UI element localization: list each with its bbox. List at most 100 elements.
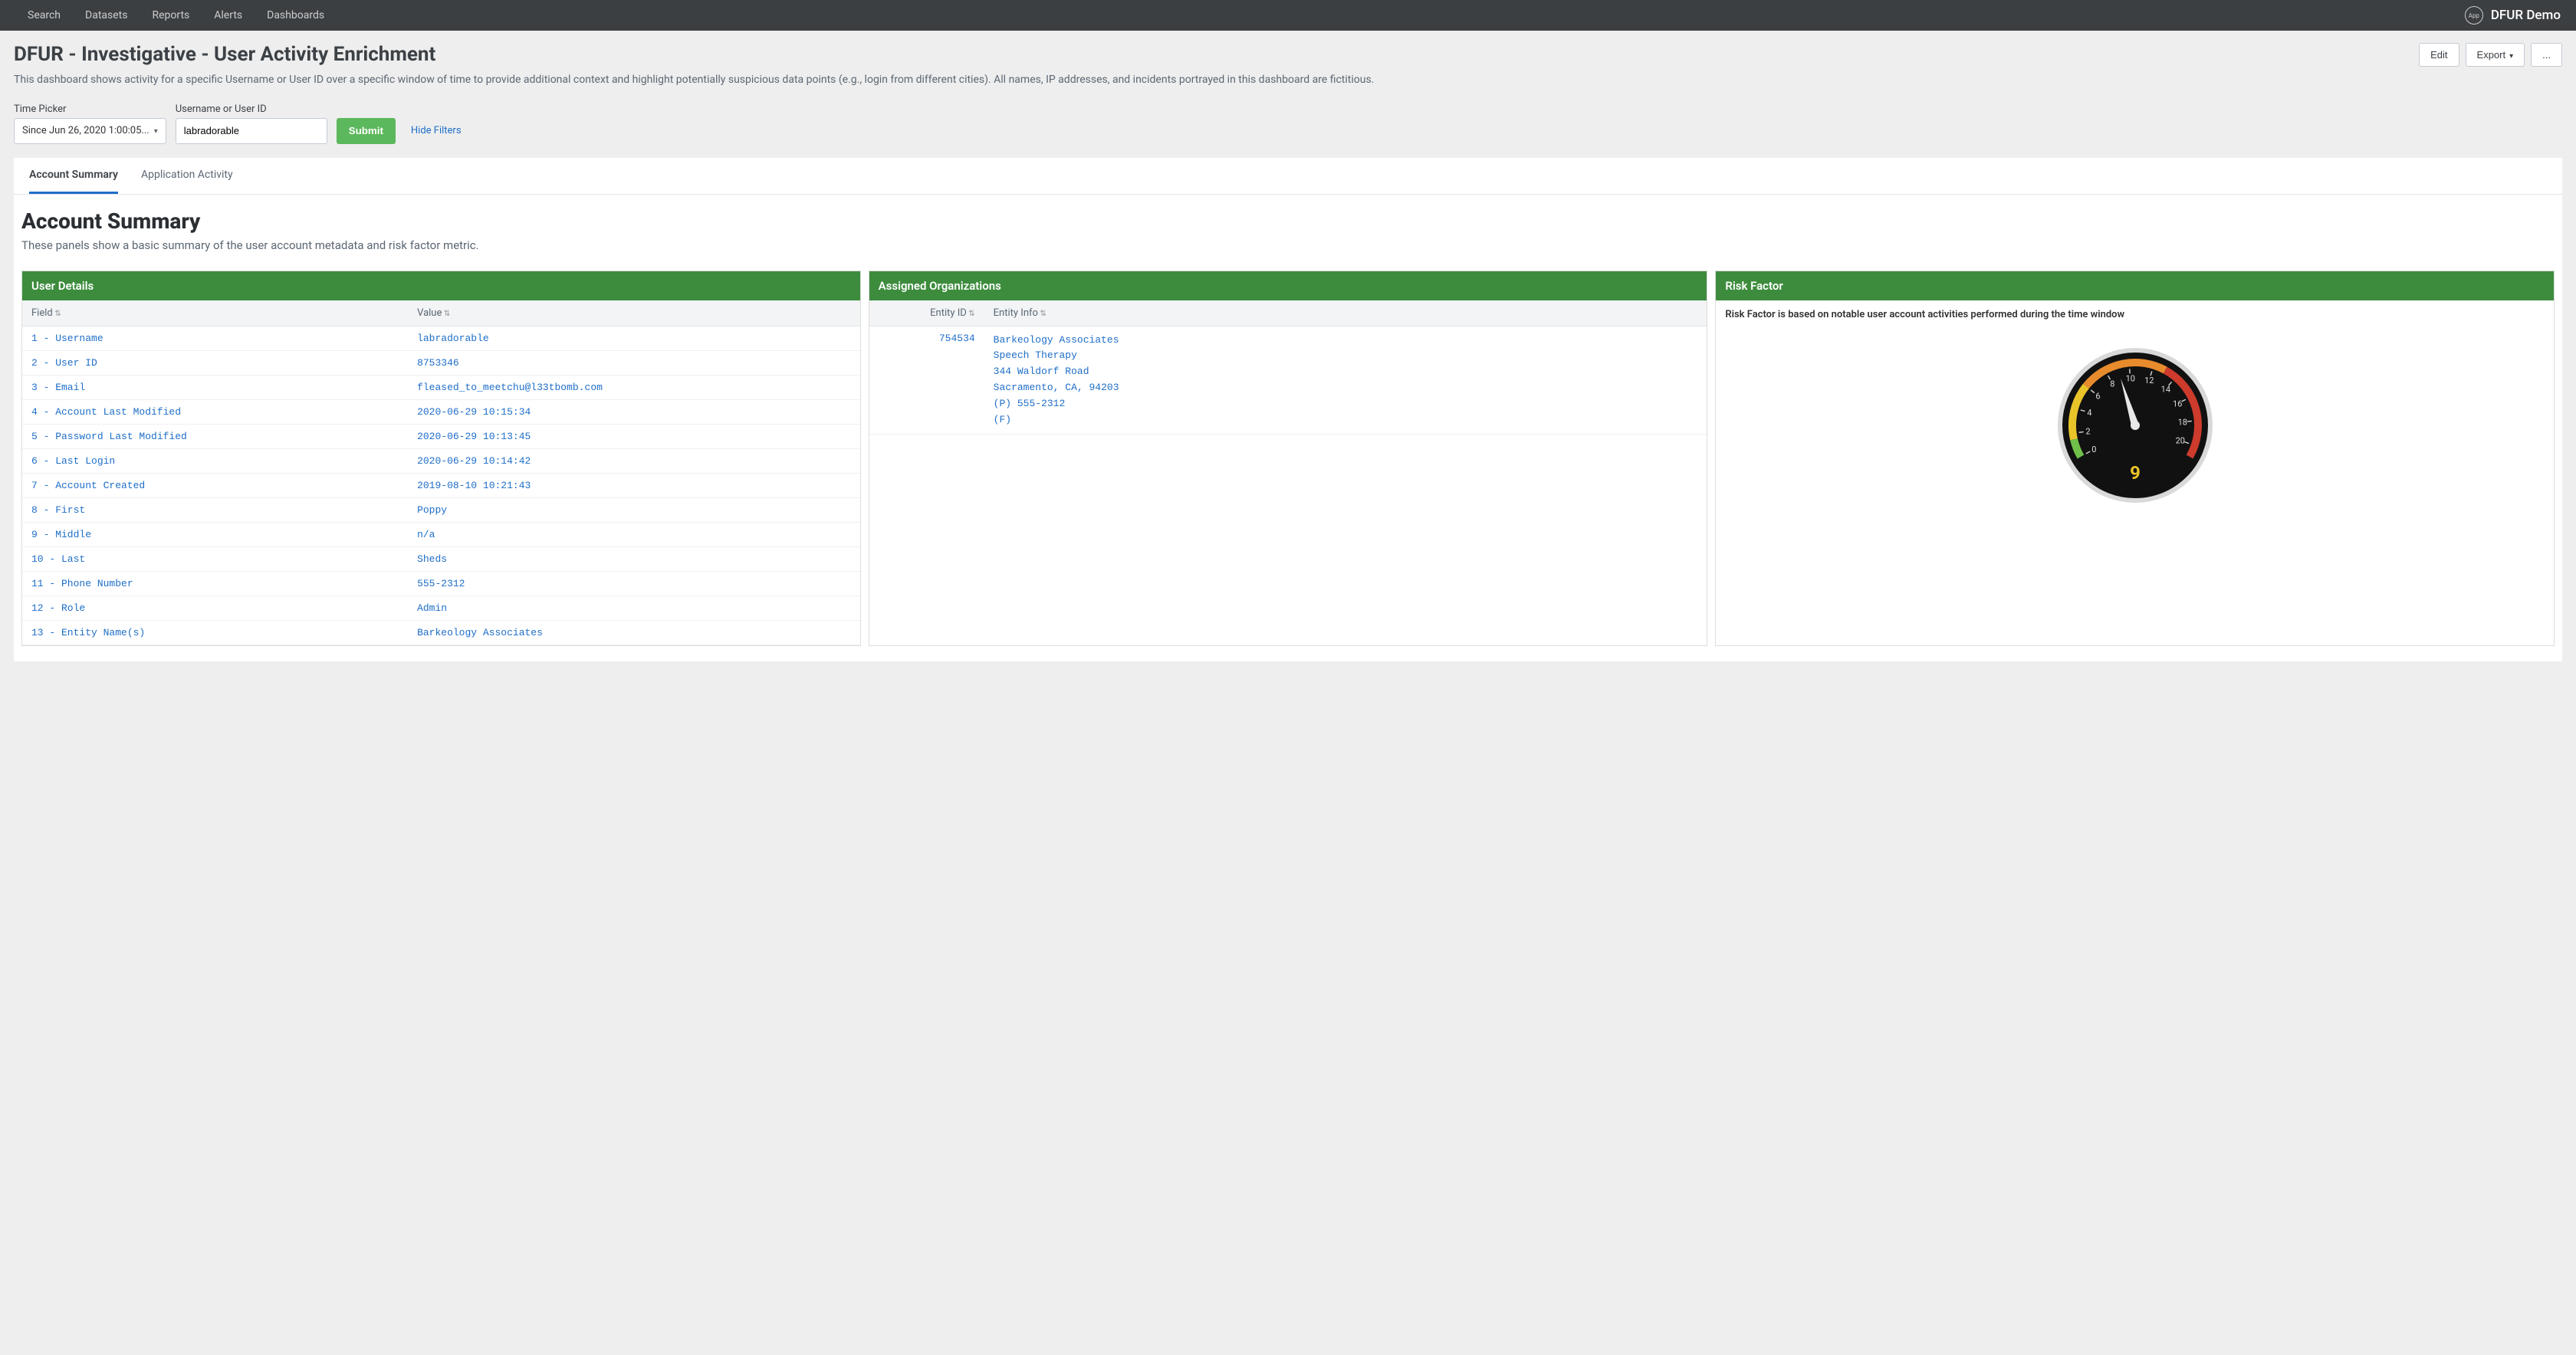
gauge-value: 9 xyxy=(2130,462,2141,484)
table-row[interactable]: 5 - Password Last Modified2020-06-29 10:… xyxy=(22,424,860,448)
table-row[interactable]: 9 - Middlen/a xyxy=(22,522,860,546)
tab-application-activity[interactable]: Application Activity xyxy=(141,158,233,194)
cell-field: 13 - Entity Name(s) xyxy=(22,620,408,645)
cell-value: n/a xyxy=(408,522,860,546)
panel-risk-factor: Risk Factor Risk Factor is based on nota… xyxy=(1715,271,2555,646)
cell-field: 5 - Password Last Modified xyxy=(22,424,408,448)
col-entity-info[interactable]: Entity Info xyxy=(984,300,1707,326)
svg-text:2: 2 xyxy=(2085,426,2090,436)
cell-value: Barkeology Associates xyxy=(408,620,860,645)
panel-title: User Details xyxy=(22,271,860,300)
cell-field: 3 - Email xyxy=(22,375,408,399)
app-badge-icon: App xyxy=(2465,6,2483,25)
cell-value: Sheds xyxy=(408,546,860,571)
table-row[interactable]: 7 - Account Created2019-08-10 10:21:43 xyxy=(22,473,860,497)
sort-icon xyxy=(442,307,450,319)
cell-value: 555-2312 xyxy=(408,571,860,595)
svg-text:6: 6 xyxy=(2095,391,2100,401)
filters-bar: Time Picker Since Jun 26, 2020 1:00:05..… xyxy=(0,96,2576,158)
nav-alerts[interactable]: Alerts xyxy=(202,9,255,21)
table-row[interactable]: 754534Barkeology Associates Speech Thera… xyxy=(869,326,1707,435)
svg-text:8: 8 xyxy=(2110,379,2114,389)
svg-text:18: 18 xyxy=(2177,417,2187,427)
table-row[interactable]: 4 - Account Last Modified2020-06-29 10:1… xyxy=(22,399,860,424)
time-picker[interactable]: Since Jun 26, 2020 1:00:05... xyxy=(14,118,166,144)
chevron-down-icon xyxy=(2509,49,2513,61)
content-area: Account Summary Application Activity Acc… xyxy=(14,158,2562,661)
assigned-orgs-table: Entity ID Entity Info 754534Barkeology A… xyxy=(869,300,1707,435)
panel-assigned-organizations: Assigned Organizations Entity ID Entity … xyxy=(869,271,1708,646)
submit-button[interactable]: Submit xyxy=(337,118,396,144)
cell-field: 8 - First xyxy=(22,497,408,522)
svg-text:10: 10 xyxy=(2125,373,2134,383)
cell-field: 10 - Last xyxy=(22,546,408,571)
page-title: DFUR - Investigative - User Activity Enr… xyxy=(14,43,2413,66)
nav-datasets[interactable]: Datasets xyxy=(73,9,140,21)
nav-search[interactable]: Search xyxy=(15,9,73,21)
svg-text:16: 16 xyxy=(2173,399,2182,408)
svg-text:0: 0 xyxy=(2091,445,2096,454)
cell-entity-info: Barkeology Associates Speech Therapy 344… xyxy=(984,326,1707,435)
cell-field: 6 - Last Login xyxy=(22,448,408,473)
panel-title: Assigned Organizations xyxy=(869,271,1707,300)
risk-factor-note: Risk Factor is based on notable user acc… xyxy=(1716,300,2554,330)
cell-field: 11 - Phone Number xyxy=(22,571,408,595)
table-row[interactable]: 13 - Entity Name(s)Barkeology Associates xyxy=(22,620,860,645)
export-button[interactable]: Export xyxy=(2466,43,2525,67)
nav-reports[interactable]: Reports xyxy=(140,9,202,21)
cell-value: 2020-06-29 10:14:42 xyxy=(408,448,860,473)
table-row[interactable]: 11 - Phone Number555-2312 xyxy=(22,571,860,595)
svg-text:4: 4 xyxy=(2087,408,2091,418)
table-row[interactable]: 6 - Last Login2020-06-29 10:14:42 xyxy=(22,448,860,473)
cell-field: 12 - Role xyxy=(22,595,408,620)
panel-title: Risk Factor xyxy=(1716,271,2554,300)
page-description: This dashboard shows activity for a spec… xyxy=(14,73,2562,88)
cell-field: 2 - User ID xyxy=(22,350,408,375)
cell-value: fleased_to_meetchu@l33tbomb.com xyxy=(408,375,860,399)
cell-field: 1 - Username xyxy=(22,326,408,350)
cell-field: 9 - Middle xyxy=(22,522,408,546)
username-input[interactable] xyxy=(176,118,327,144)
col-field[interactable]: Field xyxy=(22,300,408,326)
table-row[interactable]: 3 - Emailfleased_to_meetchu@l33tbomb.com xyxy=(22,375,860,399)
sort-icon xyxy=(1038,307,1046,319)
cell-entity-id: 754534 xyxy=(869,326,984,435)
top-nav: Search Datasets Reports Alerts Dashboard… xyxy=(0,0,2576,31)
table-row[interactable]: 8 - FirstPoppy xyxy=(22,497,860,522)
section-title: Account Summary xyxy=(21,208,2555,234)
cell-value: labradorable xyxy=(408,326,860,350)
cell-value: 8753346 xyxy=(408,350,860,375)
tab-account-summary[interactable]: Account Summary xyxy=(29,158,118,194)
app-name[interactable]: DFUR Demo xyxy=(2491,8,2561,23)
chevron-down-icon xyxy=(150,125,158,136)
table-row[interactable]: 1 - Usernamelabradorable xyxy=(22,326,860,350)
sort-icon xyxy=(967,307,975,319)
col-entity-id[interactable]: Entity ID xyxy=(869,300,984,326)
svg-text:14: 14 xyxy=(2160,384,2170,394)
col-value[interactable]: Value xyxy=(408,300,860,326)
time-picker-label: Time Picker xyxy=(14,103,166,115)
table-row[interactable]: 12 - RoleAdmin xyxy=(22,595,860,620)
table-row[interactable]: 2 - User ID8753346 xyxy=(22,350,860,375)
nav-dashboards[interactable]: Dashboards xyxy=(255,9,337,21)
cell-field: 7 - Account Created xyxy=(22,473,408,497)
page-header: DFUR - Investigative - User Activity Enr… xyxy=(0,31,2576,96)
svg-text:20: 20 xyxy=(2175,436,2184,446)
risk-factor-gauge: 02 468 10 12 1416 18 20 9 xyxy=(2051,337,2220,506)
cell-value: 2019-08-10 10:21:43 xyxy=(408,473,860,497)
cell-value: 2020-06-29 10:15:34 xyxy=(408,399,860,424)
username-label: Username or User ID xyxy=(176,103,327,115)
cell-value: Admin xyxy=(408,595,860,620)
table-row[interactable]: 10 - LastSheds xyxy=(22,546,860,571)
tab-bar: Account Summary Application Activity xyxy=(14,158,2562,195)
cell-value: Poppy xyxy=(408,497,860,522)
cell-value: 2020-06-29 10:13:45 xyxy=(408,424,860,448)
hide-filters-link[interactable]: Hide Filters xyxy=(411,125,462,136)
section-description: These panels show a basic summary of the… xyxy=(21,238,2555,252)
panel-user-details: User Details Field Value 1 - Usernamelab… xyxy=(21,271,861,646)
edit-button[interactable]: Edit xyxy=(2419,43,2459,67)
user-details-table: Field Value 1 - Usernamelabradorable2 - … xyxy=(22,300,860,645)
cell-field: 4 - Account Last Modified xyxy=(22,399,408,424)
svg-text:12: 12 xyxy=(2144,376,2154,386)
more-button[interactable]: ... xyxy=(2531,43,2562,67)
